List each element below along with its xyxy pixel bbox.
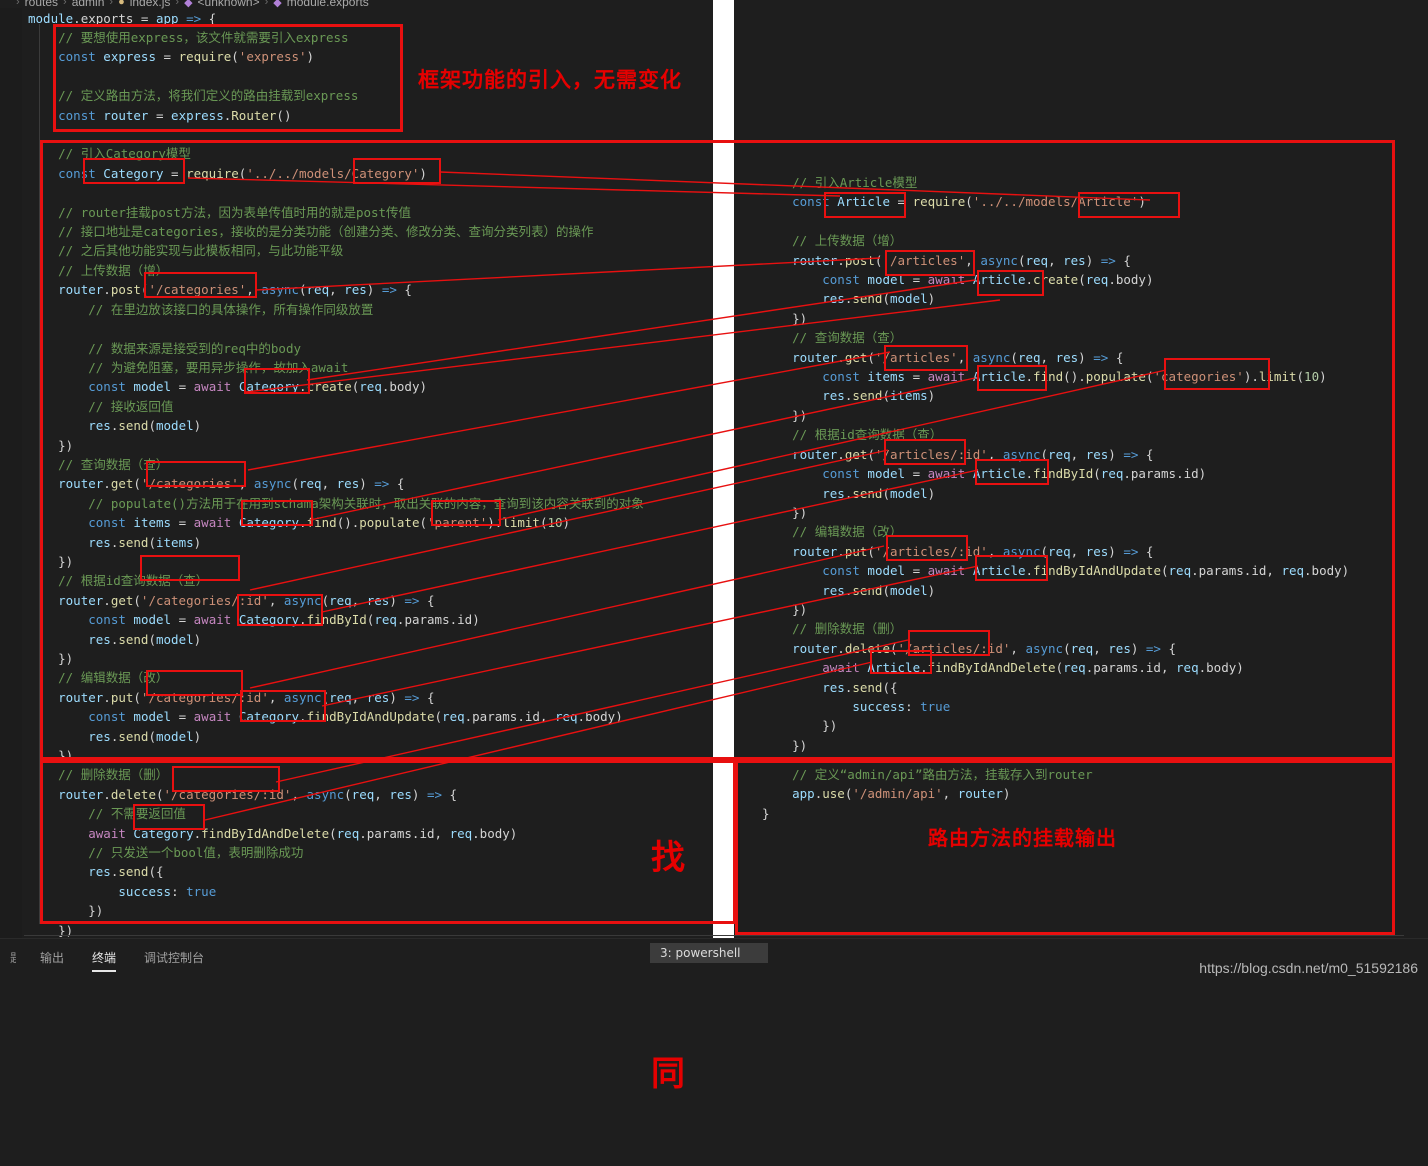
vscode-window: › routes › admin › ● index.js › ◆ <unkno… bbox=[0, 0, 1428, 1092]
panel-tab-problems[interactable]: 题 bbox=[6, 947, 16, 972]
code-block-mount[interactable]: // 定义“admin/api”路由方法，挂载存入到router app.use… bbox=[762, 765, 1093, 823]
breadcrumb-item-unknown[interactable]: <unknown> bbox=[198, 0, 260, 9]
annotation-diff-char-3: 同 bbox=[651, 1054, 685, 1094]
breadcrumb-item-indexjs[interactable]: index.js bbox=[130, 0, 171, 9]
breadcrumb-sep: › bbox=[63, 0, 67, 8]
bottom-panel: 题 输出 终端 调试控制台 3: powershell https://blog… bbox=[0, 935, 1428, 982]
code-block-articles[interactable]: // 引入Article模型 const Article = require('… bbox=[762, 173, 1349, 755]
code-header-line[interactable]: module.exports = app => { bbox=[28, 9, 216, 28]
panel-tab-bar[interactable]: 题 输出 终端 调试控制台 bbox=[6, 947, 208, 972]
breadcrumb-sep: › bbox=[109, 0, 114, 8]
symbol-icon: ◆ bbox=[273, 0, 282, 9]
breadcrumb-item-admin[interactable]: admin bbox=[72, 0, 105, 9]
breadcrumb-sep: › bbox=[175, 0, 180, 8]
annotation-mount-output: 路由方法的挂载输出 bbox=[928, 826, 1117, 850]
annotation-framework-import: 框架功能的引入，无需变化 bbox=[418, 68, 682, 92]
breadcrumb-item-routes[interactable]: routes bbox=[25, 0, 58, 9]
editor-gutter bbox=[0, 8, 22, 938]
watermark-url: https://blog.csdn.net/m0_51592186 bbox=[1199, 960, 1418, 976]
panel-tab-debug-console[interactable]: 调试控制台 bbox=[140, 947, 208, 972]
code-block-categories[interactable]: // 要想使用express，该文件就需要引入express const exp… bbox=[28, 28, 644, 940]
panel-divider bbox=[24, 935, 1404, 936]
breadcrumb-sep: › bbox=[16, 0, 20, 8]
breadcrumb-sep: › bbox=[264, 0, 269, 8]
javascript-file-icon: ● bbox=[118, 0, 125, 8]
breadcrumb-item-module-exports[interactable]: module.exports bbox=[287, 0, 369, 9]
symbol-icon: ◆ bbox=[184, 0, 193, 9]
panel-tab-terminal[interactable]: 终端 bbox=[88, 947, 120, 972]
panel-tab-output[interactable]: 输出 bbox=[36, 947, 68, 972]
terminal-selector-dropdown[interactable]: 3: powershell bbox=[650, 943, 768, 963]
column-divider bbox=[713, 0, 734, 982]
annotation-diff-char-1: 找 bbox=[651, 838, 685, 878]
